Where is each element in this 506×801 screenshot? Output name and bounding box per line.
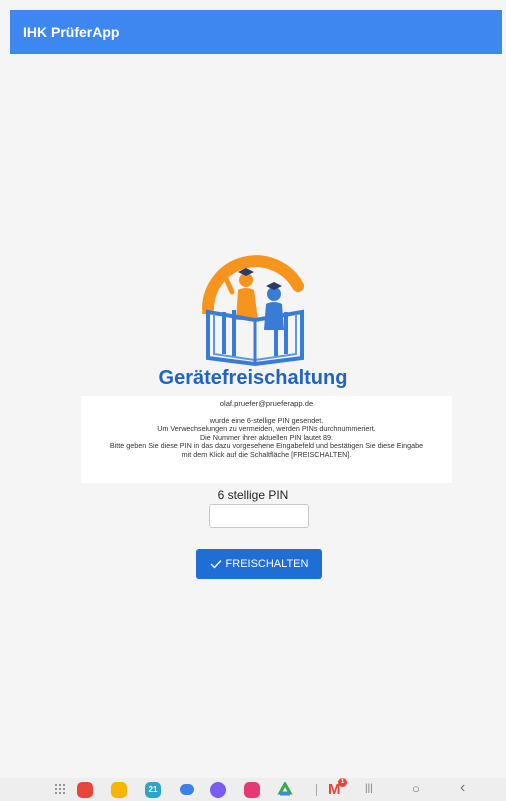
email-text: olaf.pruefer@prueferapp.de [219, 399, 314, 408]
calendar-icon[interactable]: 21 [145, 782, 161, 798]
page-title: Gerätefreischaltung [158, 367, 348, 389]
compass-icon[interactable] [210, 782, 226, 798]
notification-badge: 1 [338, 778, 347, 787]
home-button[interactable]: ○ [412, 781, 420, 796]
yellow-folder-icon[interactable] [111, 782, 127, 798]
unlock-button-label: FREISCHALTEN [225, 558, 309, 570]
taskbar-divider [316, 784, 317, 796]
check-icon [210, 560, 222, 569]
calendar-date: 21 [148, 785, 158, 794]
camera-icon[interactable] [244, 782, 260, 798]
red-app-icon[interactable] [77, 782, 93, 798]
unlock-button[interactable]: FREISCHALTEN [196, 549, 322, 579]
taskbar: 21 M 1 ||| ○ ‹ [0, 778, 506, 801]
chat-icon[interactable] [180, 784, 194, 795]
logo-icon [202, 255, 304, 367]
drive-icon[interactable] [277, 782, 293, 798]
apps-grid-icon[interactable] [54, 782, 66, 794]
recent-apps-button[interactable]: ||| [365, 783, 373, 794]
app-title: IHK PrüferApp [23, 24, 120, 40]
pin-input[interactable] [209, 504, 309, 528]
app-bar: IHK PrüferApp [10, 10, 502, 54]
info-box: olaf.pruefer@prueferapp.de wurde eine 6-… [81, 396, 452, 483]
back-button[interactable]: ‹ [460, 779, 465, 797]
info-line: mit dem Klick auf die Schaltfläche [FREI… [181, 449, 352, 459]
gmail-icon[interactable]: M 1 [328, 778, 347, 798]
pin-label: 6 stellige PIN [217, 488, 289, 502]
